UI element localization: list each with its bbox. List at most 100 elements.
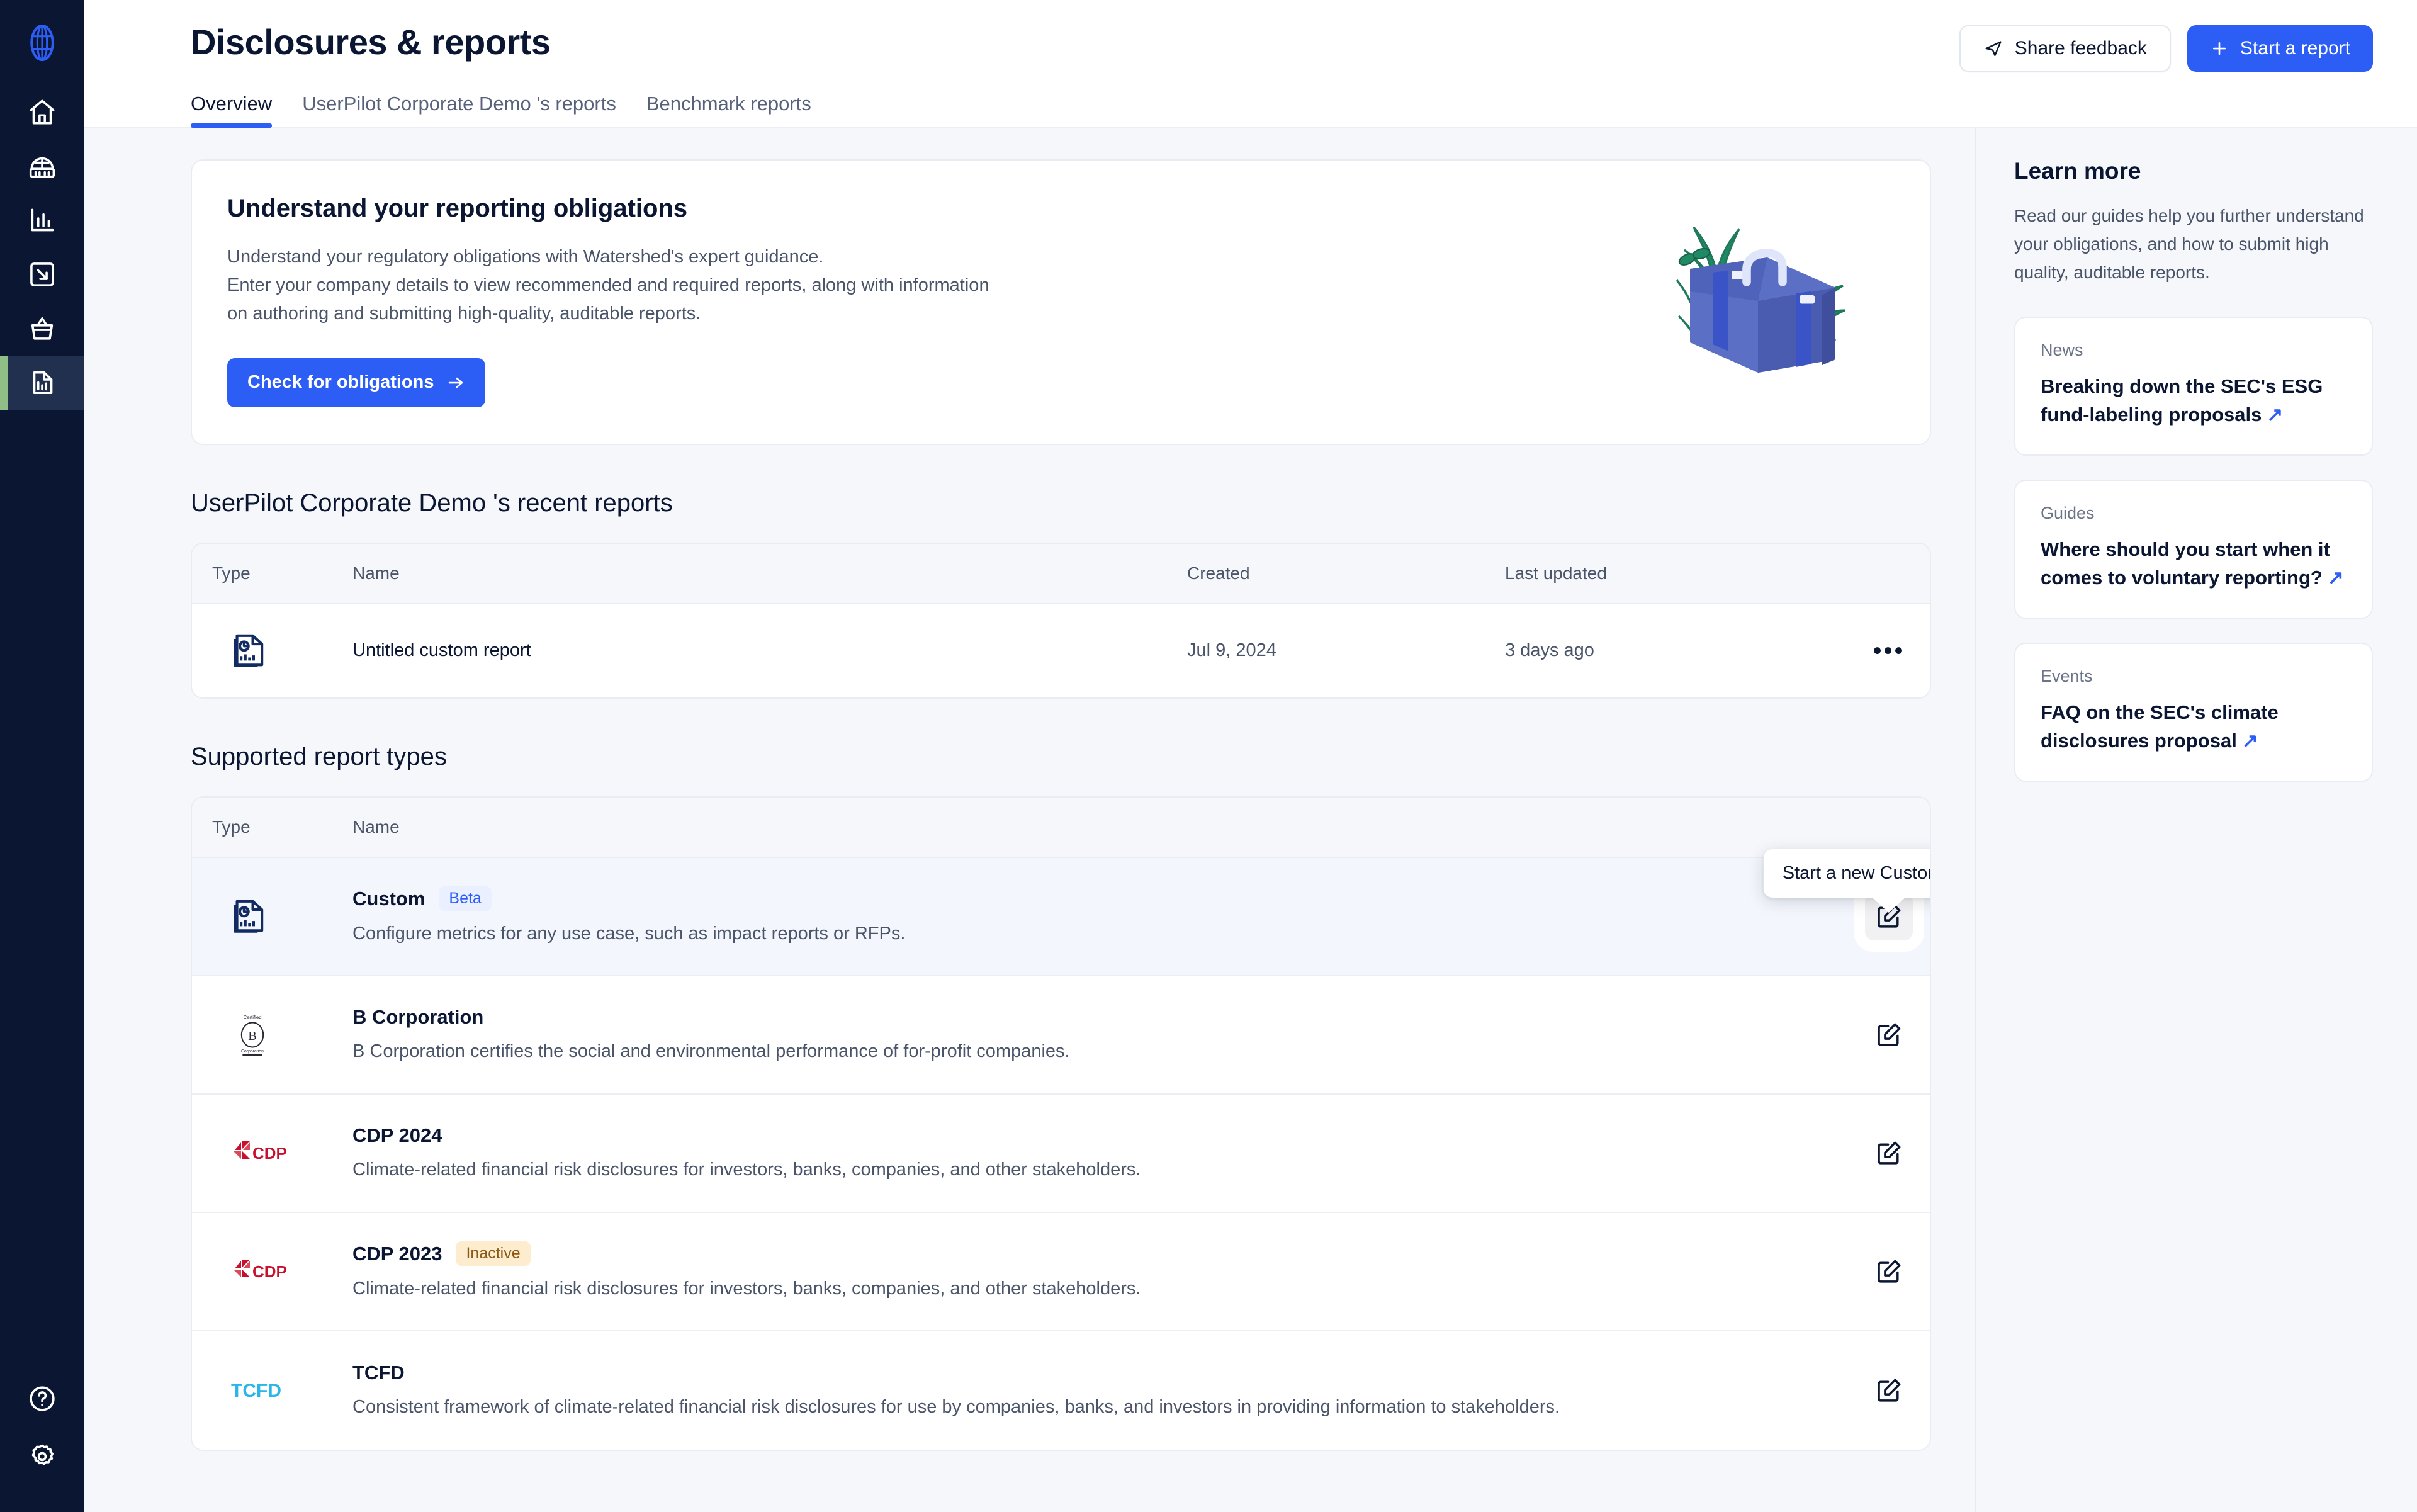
primary-sidebar: [0, 0, 84, 1512]
learn-more-card-news[interactable]: News Breaking down the SEC's ESG fund-la…: [2014, 317, 2373, 456]
tooltip-anchor: Start a new Custom report: [1865, 893, 1913, 940]
app-root: Disclosures & reports Share feedback Sta…: [0, 0, 2417, 1512]
custom-report-doc-icon: [230, 896, 271, 937]
col-created: Created: [1187, 563, 1505, 584]
start-a-report-label: Start a report: [2240, 38, 2350, 59]
tab-benchmark-reports[interactable]: Benchmark reports: [646, 93, 811, 127]
observatory-dome-icon: [26, 150, 58, 182]
row-description: Climate-related financial risk disclosur…: [352, 1157, 1823, 1183]
row-name: CDP 2023: [352, 1243, 442, 1265]
table-row[interactable]: CDP CDP 2024 Climate-related financial r…: [192, 1095, 1930, 1213]
sidebar-item-analytics[interactable]: [0, 193, 84, 247]
edit-square-icon: [1874, 1020, 1903, 1049]
check-for-obligations-button[interactable]: Check for obligations: [227, 358, 485, 407]
row-name-cell: CDP 2023 Inactive Climate-related financ…: [352, 1241, 1848, 1302]
b-corp-logo-icon: Certified B Corporation: [230, 1012, 275, 1058]
document-chart-icon: [26, 367, 58, 398]
card-headline: Breaking down the SEC's ESG fund-labelin…: [2041, 373, 2347, 429]
sidebar-item-reduce[interactable]: [0, 247, 84, 302]
external-link-arrow-icon: ↗: [2242, 727, 2258, 755]
send-icon: [1983, 38, 2003, 59]
svg-text:CDP: CDP: [252, 1144, 287, 1163]
learn-more-card-guides[interactable]: Guides Where should you start when it co…: [2014, 480, 2373, 619]
main-column: Understand your reporting obligations Un…: [84, 128, 1976, 1512]
edit-square-icon: [1874, 1139, 1903, 1168]
start-cdp-2023-report-button[interactable]: [1865, 1248, 1913, 1295]
row-overflow-menu-button[interactable]: •••: [1865, 627, 1913, 675]
sidebar-item-help[interactable]: [0, 1370, 84, 1428]
card-kicker: News: [2041, 341, 2347, 360]
download-box-icon: [26, 259, 58, 290]
learn-more-description: Read our guides help you further underst…: [2014, 202, 2373, 286]
table-row[interactable]: TCFD TCFD Consistent framework of climat…: [192, 1331, 1930, 1450]
share-feedback-button[interactable]: Share feedback: [1959, 25, 2171, 72]
share-feedback-label: Share feedback: [2015, 38, 2147, 59]
row-action-cell: Start a new Custom report: [1848, 893, 1930, 940]
app-logo[interactable]: [0, 0, 84, 85]
sidebar-item-home[interactable]: [0, 85, 84, 139]
learn-more-card-events[interactable]: Events FAQ on the SEC's climate disclosu…: [2014, 643, 2373, 782]
recent-reports-header-row: Type Name Created Last updated: [192, 544, 1930, 604]
row-name: B Corporation: [352, 1006, 483, 1029]
ellipsis-icon: •••: [1873, 638, 1905, 663]
start-a-report-button[interactable]: Start a report: [2187, 25, 2373, 72]
basket-icon: [26, 313, 58, 344]
table-row[interactable]: CDP CDP 2023 Inactive Climate-related fi…: [192, 1213, 1930, 1331]
body-split: Understand your reporting obligations Un…: [84, 128, 2417, 1512]
row-name: Custom: [352, 888, 425, 910]
recent-reports-table: Type Name Created Last updated: [191, 543, 1931, 699]
row-name: TCFD: [352, 1362, 405, 1384]
row-name-line: Custom Beta: [352, 886, 1823, 911]
row-type-icon: Certified B Corporation: [192, 1012, 352, 1058]
sidebar-item-settings[interactable]: [0, 1428, 84, 1486]
cdp-logo-icon: CDP: [230, 1139, 300, 1168]
recent-reports-title: UserPilot Corporate Demo 's recent repor…: [191, 489, 1931, 517]
row-description: Climate-related financial risk disclosur…: [352, 1276, 1823, 1302]
sidebar-bottom-nav: [0, 1370, 84, 1512]
external-link-arrow-icon: ↗: [2328, 564, 2344, 592]
supported-types-header-row: Type Name: [192, 798, 1930, 858]
gear-icon: [26, 1441, 58, 1472]
row-type-icon: CDP: [192, 1139, 352, 1168]
row-name-cell: B Corporation B Corporation certifies th…: [352, 1006, 1848, 1064]
start-tcfd-report-button[interactable]: [1865, 1367, 1913, 1414]
row-action-cell: [1848, 1367, 1930, 1414]
sidebar-item-marketplace[interactable]: [0, 302, 84, 356]
start-cdp-2024-report-button[interactable]: [1865, 1129, 1913, 1177]
briefcase-with-plants-illustration: [1628, 195, 1892, 390]
row-action-cell: [1848, 1011, 1930, 1059]
table-row[interactable]: Certified B Corporation B Corporation: [192, 976, 1930, 1095]
col-name: Name: [352, 817, 1848, 837]
row-type-icon: CDP: [192, 1257, 352, 1286]
card-headline: Where should you start when it comes to …: [2041, 536, 2347, 592]
hero-paragraph-2: Enter your company details to view recom…: [227, 271, 1014, 328]
row-name-cell: TCFD Consistent framework of climate-rel…: [352, 1362, 1848, 1420]
home-icon: [26, 96, 58, 128]
svg-text:TCFD: TCFD: [231, 1380, 281, 1401]
sidebar-item-disclosures-reports[interactable]: [0, 356, 84, 410]
svg-text:B: B: [248, 1029, 257, 1043]
cdp-logo-icon: CDP: [230, 1257, 300, 1286]
start-b-corp-report-button[interactable]: [1865, 1011, 1913, 1059]
row-name-line: B Corporation: [352, 1006, 1823, 1029]
learn-more-title: Learn more: [2014, 158, 2373, 184]
sidebar-item-measure[interactable]: [0, 139, 84, 193]
card-headline-text: Where should you start when it comes to …: [2041, 538, 2330, 589]
table-row[interactable]: Custom Beta Configure metrics for any us…: [192, 858, 1930, 976]
hero-paragraph-1: Understand your regulatory obligations w…: [227, 243, 1014, 271]
table-row[interactable]: Untitled custom report Jul 9, 2024 3 day…: [192, 604, 1930, 697]
svg-text:CDP: CDP: [252, 1262, 287, 1281]
tab-overview[interactable]: Overview: [191, 93, 272, 127]
status-badge: Inactive: [456, 1241, 530, 1266]
row-name-line: CDP 2023 Inactive: [352, 1241, 1823, 1266]
row-action-cell: [1848, 1129, 1930, 1177]
arrow-right-icon: [446, 373, 465, 392]
content-wrapper: Disclosures & reports Share feedback Sta…: [84, 0, 2417, 1512]
tab-company-reports[interactable]: UserPilot Corporate Demo 's reports: [302, 93, 616, 127]
row-created: Jul 9, 2024: [1187, 640, 1505, 661]
col-name: Name: [352, 563, 1187, 584]
bar-chart-icon: [26, 205, 58, 236]
row-name-cell: CDP 2024 Climate-related financial risk …: [352, 1124, 1848, 1183]
tcfd-logo-icon: TCFD: [230, 1377, 300, 1404]
row-type-icon: [192, 630, 352, 672]
